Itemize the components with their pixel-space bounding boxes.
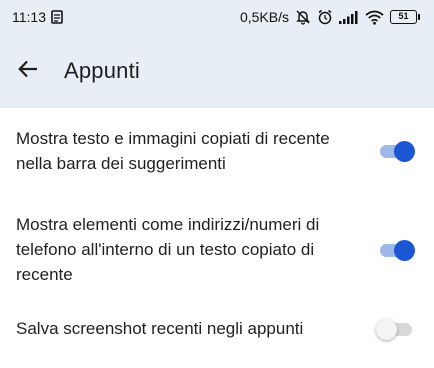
notes-icon — [51, 10, 63, 24]
toggle-thumb — [394, 239, 415, 261]
arrow-back-icon — [17, 58, 39, 85]
signal-icon — [339, 10, 359, 24]
battery-icon: 51 — [390, 10, 420, 24]
back-button[interactable] — [8, 51, 48, 91]
net-speed: 0,5KB/s — [239, 9, 289, 25]
setting-row-save-screenshots[interactable]: Salva screenshot recenti negli appunti — [0, 316, 434, 341]
mute-icon — [295, 9, 311, 25]
setting-row-recent-copied[interactable]: Mostra testo e immagini copiati di recen… — [0, 126, 434, 176]
toggle-switch[interactable] — [378, 238, 415, 262]
status-left: 11:13 — [12, 9, 63, 25]
setting-row-addresses-numbers[interactable]: Mostra elementi come indirizzi/numeri di… — [0, 212, 434, 287]
setting-label: Mostra elementi come indirizzi/numeri di… — [16, 215, 320, 284]
alarm-icon — [317, 9, 333, 25]
toggle-thumb — [394, 141, 415, 162]
status-bar: 11:13 0,5KB/s 51 — [0, 0, 434, 34]
battery-tip — [418, 14, 420, 20]
toggle-thumb — [376, 318, 397, 340]
status-right: 0,5KB/s 51 — [240, 9, 420, 25]
page-title: Appunti — [64, 58, 141, 83]
toggle-switch[interactable] — [378, 139, 415, 163]
status-time: 11:13 — [12, 9, 46, 25]
wifi-icon — [365, 10, 384, 25]
setting-label: Mostra testo e immagini copiati di recen… — [16, 129, 330, 173]
toggle-switch[interactable] — [376, 317, 414, 341]
setting-label: Salva screenshot recenti negli appunti — [16, 319, 304, 338]
app-bar: Appunti — [0, 34, 434, 108]
battery-level: 51 — [390, 10, 417, 24]
